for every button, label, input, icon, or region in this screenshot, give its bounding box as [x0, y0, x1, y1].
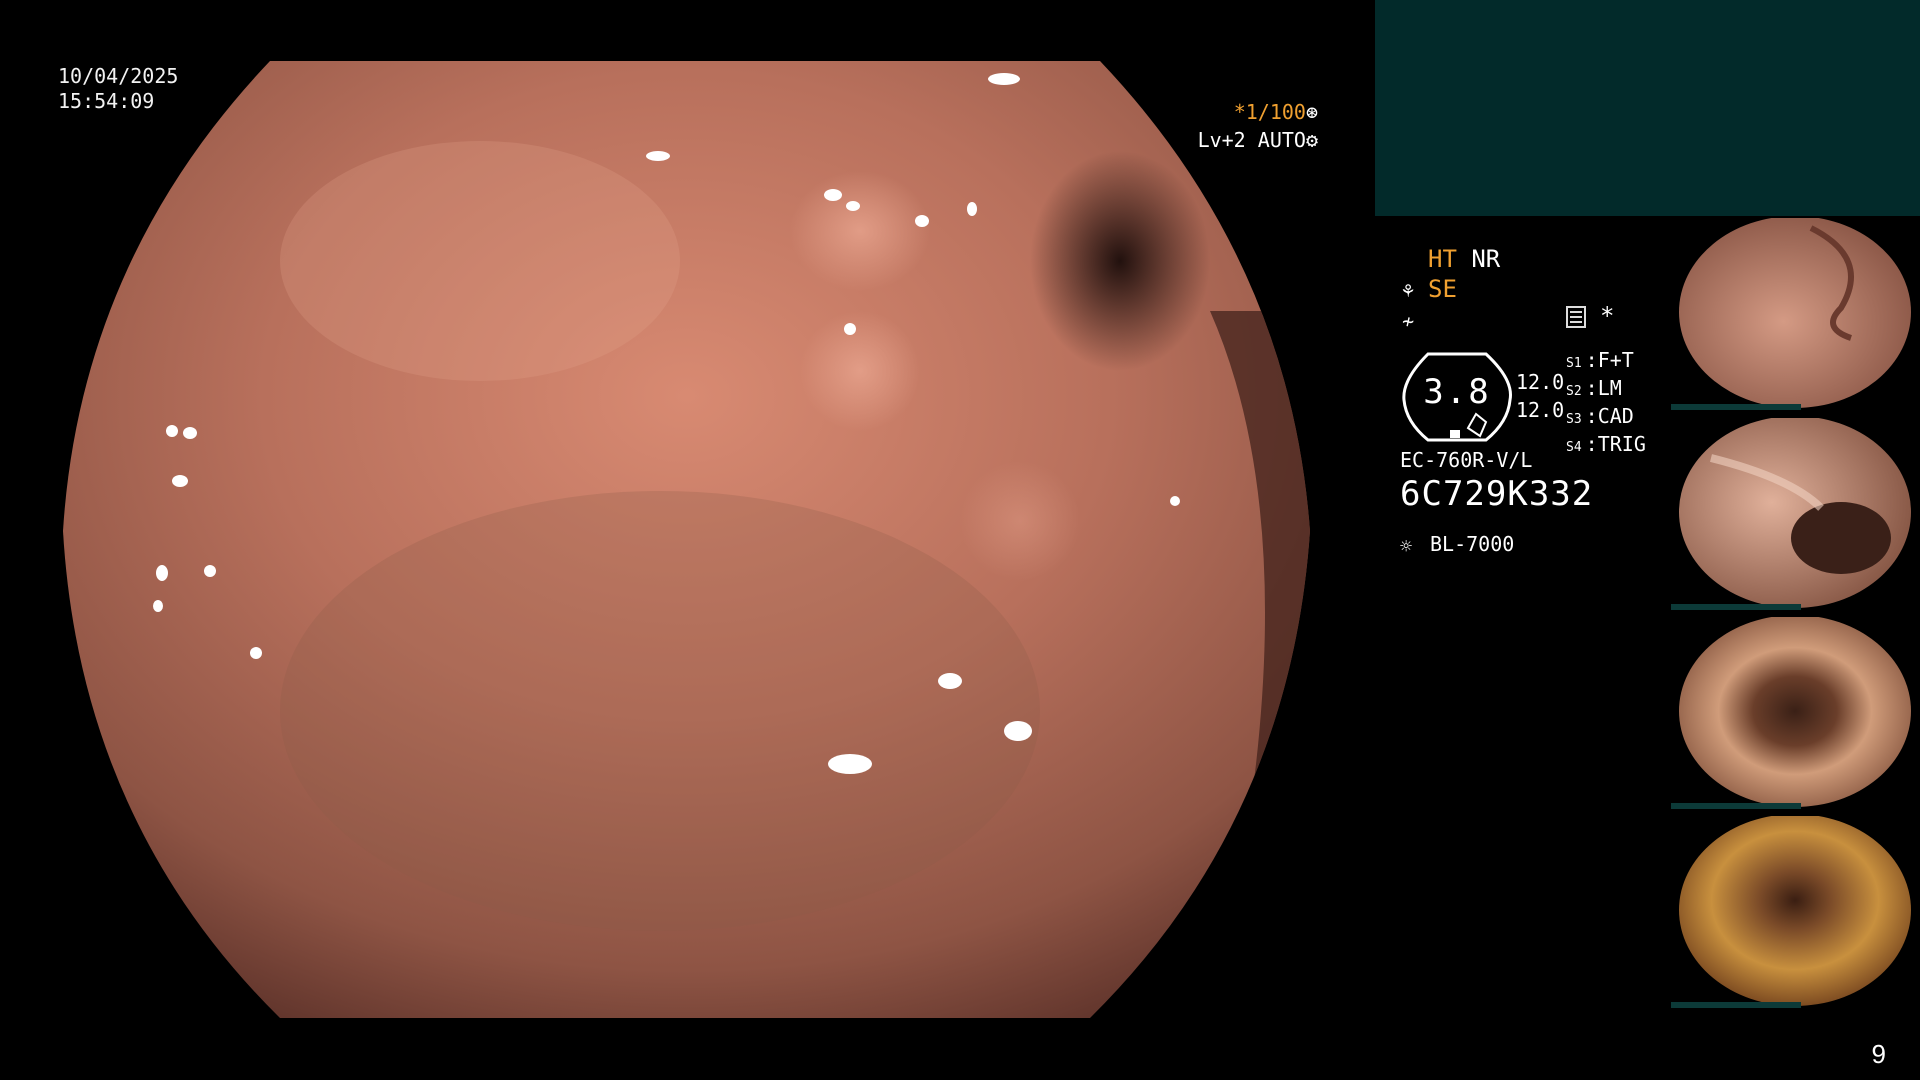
- se-mode-label: SE: [1428, 275, 1457, 303]
- structure-enhance-icon: ⚘: [1402, 278, 1415, 302]
- contrast-icon: ≁: [1402, 309, 1415, 333]
- info-panel-header: [1375, 0, 1920, 216]
- time-text: 15:54:09: [58, 89, 155, 113]
- scope-switch-list: S1:F+T S2:LM S3:CAD S4:TRIG: [1566, 348, 1646, 460]
- scope-model: EC-760R-V/L: [1400, 448, 1533, 472]
- light-source: ☼ BL-7000: [1400, 532, 1514, 558]
- exposure-overlay: *1/100⊛ Lv+2 AUTO⚙: [1198, 98, 1318, 154]
- gauge-side-value: 12.0: [1516, 398, 1565, 422]
- shutter-speed-text: *1/100: [1233, 100, 1306, 124]
- sun-icon: ☼: [1400, 533, 1413, 558]
- scope-switch-item: S2:LM: [1566, 376, 1622, 400]
- stack-icon: [1566, 306, 1586, 328]
- scope-switch-item: S1:F+T: [1566, 348, 1634, 372]
- light-source-label: BL-7000: [1430, 532, 1515, 556]
- mode-indicators: HT NR ⚘ SE ≁: [1402, 244, 1500, 336]
- nr-mode-label: NR: [1471, 245, 1501, 273]
- auto-text: AUTO: [1257, 128, 1306, 152]
- star-icon: *: [1600, 302, 1615, 330]
- captured-thumbnail[interactable]: [1671, 617, 1920, 809]
- level-text: Lv+2: [1197, 128, 1246, 152]
- gear-icon: ⚙: [1305, 128, 1318, 152]
- scope-switch-item: S4:TRIG: [1566, 432, 1646, 456]
- zoom-value: 3.8: [1423, 372, 1491, 412]
- endoscopic-main-view: [60, 61, 1314, 1018]
- page-number: 9: [1871, 1039, 1886, 1069]
- gauge-side-values: 12.0 12.0: [1516, 368, 1564, 424]
- datetime-overlay: 10/04/2025 15:54:09: [58, 64, 178, 114]
- captured-thumbnail[interactable]: [1671, 418, 1920, 610]
- captured-thumbnail[interactable]: [1671, 816, 1920, 1008]
- captured-thumbnail[interactable]: [1671, 218, 1920, 410]
- date-text: 10/04/2025: [58, 64, 179, 88]
- scope-switch-item: S3:CAD: [1566, 404, 1634, 428]
- scope-serial: 6C729K332: [1400, 474, 1594, 514]
- ht-mode-label: HT: [1428, 245, 1457, 273]
- aperture-icon: ⊛: [1305, 100, 1318, 124]
- gauge-side-value: 12.0: [1516, 370, 1565, 394]
